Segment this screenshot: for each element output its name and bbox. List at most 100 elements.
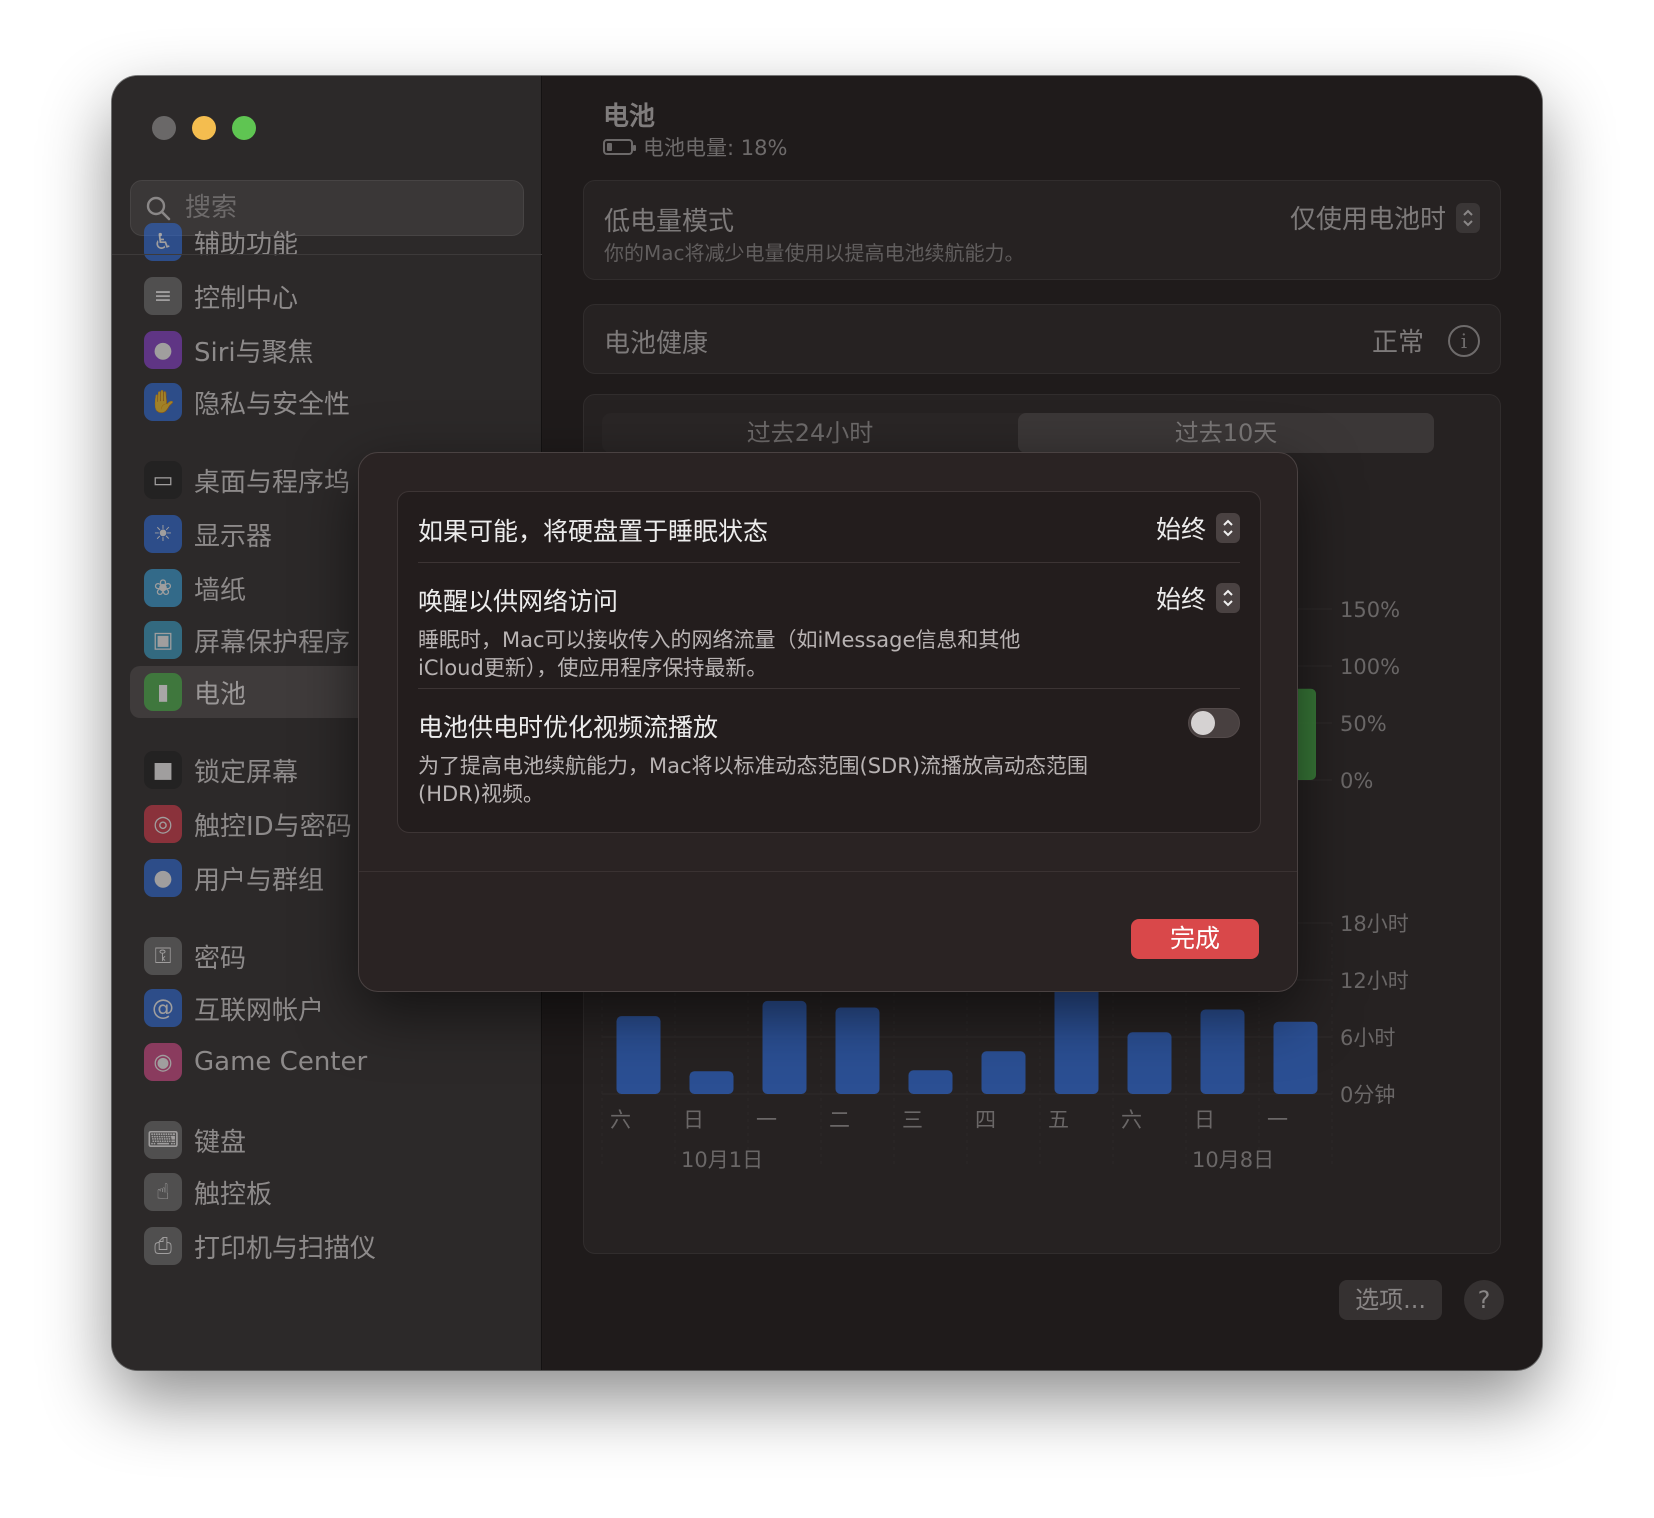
usage-y-tick-label: 18小时 — [1340, 912, 1409, 936]
desktop-dock-icon: ▭ — [144, 461, 182, 499]
info-icon[interactable]: i — [1448, 324, 1480, 357]
level-y-tick-label: 50% — [1340, 712, 1387, 736]
usage-x-tick-label: 一 — [1267, 1108, 1288, 1132]
sidebar-item-label: 互联网帐户 — [194, 995, 325, 1026]
wake-network-desc-line1: 睡眠时，Mac可以接收传入的网络流量（如iMessage信息和其他 — [418, 628, 1021, 652]
level-y-tick-label: 0% — [1340, 769, 1373, 793]
sidebar-item-label: 电池 — [194, 679, 247, 710]
row-divider — [418, 562, 1240, 563]
close-window-button[interactable] — [152, 116, 176, 140]
hard-disk-sleep-row: 如果可能，将硬盘置于睡眠状态 — [418, 512, 1240, 548]
battery-health-title: 电池健康 — [604, 329, 709, 359]
settings-window: ♿辅助功能 ≡ 控制中心 ● Siri与聚焦 ✋ 隐私与安全性 ▭ 桌面与程序坞 ☀ 显示器 ❀ 墙纸 ▣… — [112, 76, 1542, 1370]
help-button[interactable]: ? — [1464, 1280, 1504, 1320]
optimize-video-row: 电池供电时优化视频流播放 为了提高电池续航能力，Mac将以标准动态范围(SDR)… — [418, 708, 1240, 808]
hard-disk-sleep-popup[interactable]: 始终 — [1156, 510, 1240, 546]
sidebar-item-label: 密码 — [194, 943, 247, 974]
sidebar-item-label: 用户与群组 — [194, 865, 325, 896]
screensaver-icon: ▣ — [144, 621, 182, 659]
wallpaper-flower-icon: ❀ — [144, 569, 182, 607]
options-sheet: 如果可能，将硬盘置于睡眠状态 始终 唤醒以供网络访问 睡眠时，Mac可以接收传入… — [358, 452, 1298, 992]
sidebar-item-printer[interactable]: ⎙ 打印机与扫描仪 — [130, 1220, 524, 1272]
usage-y-tick-label: 12小时 — [1340, 969, 1409, 993]
keyboard-icon: ⌨ — [144, 1121, 182, 1159]
usage-x-tick-label: 六 — [610, 1108, 631, 1132]
usage-x-tick-label: 二 — [829, 1108, 850, 1132]
sidebar-item-label: 控制中心 — [194, 283, 299, 314]
wake-network-label: 唤醒以供网络访问 — [418, 587, 619, 616]
row-divider — [418, 688, 1240, 689]
usage-bar — [689, 1071, 734, 1094]
usage-date-label: 10月1日 — [681, 1148, 763, 1172]
key-icon: ⚿ — [144, 937, 182, 975]
usage-x-tick-label: 五 — [1048, 1108, 1069, 1132]
lock-icon: ■ — [144, 751, 182, 789]
users-icon: ● — [144, 859, 182, 897]
usage-bar — [1273, 1021, 1318, 1094]
sidebar-item-accessibility[interactable]: ♿ 辅助功能 — [130, 216, 524, 268]
sidebar-item-label: 屏幕保护程序 — [194, 627, 351, 658]
usage-date-label: 10月8日 — [1192, 1148, 1274, 1172]
control-center-icon: ≡ — [144, 277, 182, 315]
done-button[interactable]: 完成 — [1131, 919, 1259, 959]
sidebar-item-label: 显示器 — [194, 521, 273, 552]
wake-network-desc: 睡眠时，Mac可以接收传入的网络流量（如iMessage信息和其他 iCloud… — [418, 626, 1240, 682]
zoom-window-button[interactable] — [232, 116, 256, 140]
usage-bar — [1127, 1032, 1172, 1094]
optimize-video-desc-line2: (HDR)视频。 — [418, 782, 544, 806]
wake-network-value: 始终 — [1155, 585, 1206, 614]
at-icon: @ — [144, 989, 182, 1027]
usage-bar — [908, 1070, 953, 1094]
battery-level-line: 电池电量: 18% — [603, 132, 787, 162]
wake-network-row: 唤醒以供网络访问 睡眠时，Mac可以接收传入的网络流量（如iMessage信息和… — [418, 582, 1240, 682]
trackpad-icon: ☝ — [144, 1173, 182, 1211]
sidebar-item-label: 锁定屏幕 — [194, 757, 299, 788]
sidebar-item-label: 墙纸 — [194, 575, 247, 606]
display-brightness-icon: ☀ — [144, 515, 182, 553]
traffic-lights — [152, 116, 256, 140]
wake-network-popup[interactable]: 始终 — [1156, 580, 1240, 616]
battery-icon: ▮ — [144, 673, 182, 711]
level-y-tick-label: 100% — [1340, 655, 1400, 679]
sidebar-item-hand[interactable]: ✋ 隐私与安全性 — [130, 376, 524, 428]
sidebar-item-trackpad[interactable]: ☝ 触控板 — [130, 1166, 524, 1218]
accessibility-icon: ♿ — [144, 223, 182, 261]
low-power-mode-card: 低电量模式 你的Mac将减少电量使用以提高电池续航能力。 仅使用电池时 — [583, 180, 1501, 280]
siri-icon: ● — [144, 331, 182, 369]
usage-x-tick-label: 日 — [683, 1108, 704, 1132]
toggle-knob — [1191, 711, 1215, 735]
sidebar-item-game-center[interactable]: ◉ Game Center — [130, 1036, 524, 1088]
usage-bar — [762, 1000, 807, 1094]
optimize-video-desc: 为了提高电池续航能力，Mac将以标准动态范围(SDR)流播放高动态范围 (HDR… — [418, 752, 1240, 808]
sidebar-item-siri[interactable]: ● Siri与聚焦 — [130, 324, 524, 376]
sidebar-search-divider — [112, 254, 542, 255]
usage-x-tick-label: 三 — [902, 1108, 923, 1132]
updown-chevron-icon — [1216, 583, 1240, 613]
battery-health-status: 正常 i — [1372, 322, 1480, 359]
options-button[interactable]: 选项... — [1339, 1280, 1442, 1320]
printer-icon: ⎙ — [144, 1227, 182, 1265]
optimize-video-label: 电池供电时优化视频流播放 — [418, 713, 719, 742]
usage-y-tick-label: 0分钟 — [1340, 1083, 1395, 1107]
options-group: 如果可能，将硬盘置于睡眠状态 始终 唤醒以供网络访问 睡眠时，Mac可以接收传入… — [397, 491, 1261, 833]
sidebar-item-label: 隐私与安全性 — [194, 389, 351, 420]
battery-level-icon — [603, 139, 636, 155]
usage-x-tick-label: 日 — [1194, 1108, 1215, 1132]
optimize-video-desc-line1: 为了提高电池续航能力，Mac将以标准动态范围(SDR)流播放高动态范围 — [418, 754, 1089, 778]
battery-level-text: 电池电量: 18% — [643, 136, 788, 160]
sidebar-item-label: Siri与聚焦 — [194, 337, 314, 368]
usage-x-tick-label: 六 — [1121, 1108, 1142, 1132]
sidebar-item-label: 触控ID与密码 — [194, 811, 352, 842]
sidebar-item-keyboard[interactable]: ⌨ 键盘 — [130, 1114, 524, 1166]
sidebar-item-label: 触控板 — [194, 1179, 273, 1210]
optimize-video-toggle[interactable] — [1188, 708, 1240, 738]
sidebar-item-control-center[interactable]: ≡ 控制中心 — [130, 270, 524, 322]
low-power-title: 低电量模式 — [604, 207, 735, 237]
wake-network-desc-line2: iCloud更新），使应用程序保持最新。 — [418, 656, 768, 680]
low-power-popup[interactable]: 仅使用电池时 — [1290, 199, 1480, 236]
updown-chevron-icon — [1216, 513, 1240, 543]
minimize-window-button[interactable] — [192, 116, 216, 140]
usage-x-tick-label: 四 — [975, 1108, 996, 1132]
usage-bar — [981, 1051, 1026, 1094]
battery-health-value: 正常 — [1371, 328, 1424, 358]
